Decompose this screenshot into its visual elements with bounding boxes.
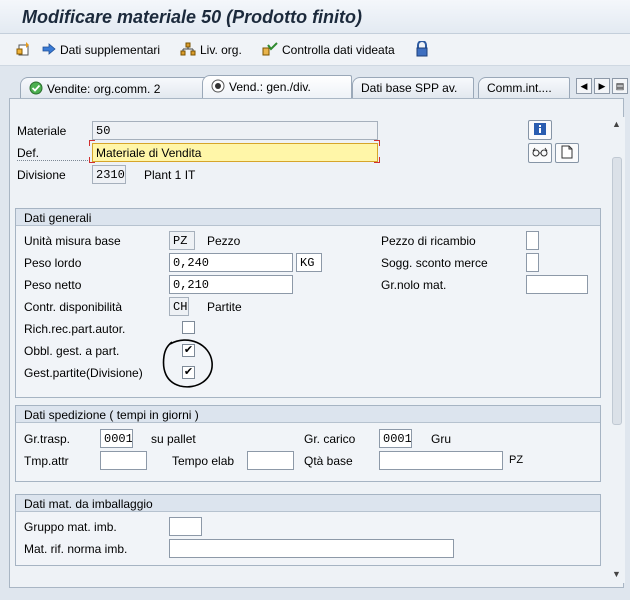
base-uom-text: Pezzo (207, 234, 241, 248)
base-quantity-input[interactable] (379, 451, 503, 470)
description-label: Def. (17, 146, 90, 161)
tab-scroll-right-button[interactable]: ▶ (594, 78, 610, 94)
tab-sales-general-plant[interactable]: Vend.: gen./div. (202, 75, 352, 98)
tab-sales-org-2[interactable]: Vendite: org.comm. 2 (20, 77, 208, 98)
batch-record-checkbox[interactable] (182, 321, 195, 334)
field-marker (374, 157, 380, 163)
glasses-icon (532, 146, 548, 161)
base-quantity-label: Qtà base (304, 454, 353, 468)
glasses-button[interactable] (528, 143, 552, 163)
triangle-right-icon: ▶ (598, 81, 606, 91)
additional-data-label: Dati supplementari (60, 43, 161, 57)
check-icon (29, 81, 43, 95)
base-uom-label: Unità misura base (24, 234, 121, 248)
tab-list-button[interactable]: ▤ (612, 78, 628, 94)
plant-label: Divisione (17, 168, 66, 182)
vertical-scrollbar[interactable]: ▲ ▼ (609, 117, 625, 583)
net-weight-label: Peso netto (24, 278, 82, 292)
tab-label: Comm.int.... (487, 81, 552, 95)
tab-strip: Vendite: org.comm. 2 Vend.: gen./div. Da… (0, 72, 630, 98)
hand-drawn-circle (162, 339, 213, 388)
radio-icon (211, 79, 225, 93)
loading-group-text: Gru (431, 432, 452, 446)
availability-check-text: Partite (207, 300, 242, 314)
triangle-left-icon: ◀ (580, 81, 588, 91)
plant-text: Plant 1 IT (144, 168, 196, 182)
discount-label: Sogg. sconto merce (381, 256, 488, 270)
lock-button[interactable] (415, 39, 433, 60)
title-bar: Modificare materiale 50 (Prodotto finito… (0, 0, 630, 34)
document-button[interactable] (555, 143, 579, 163)
gross-weight-input[interactable]: 0,240 (169, 253, 293, 272)
freight-group-input[interactable] (526, 275, 588, 294)
scroll-down-icon[interactable]: ▼ (612, 569, 621, 579)
list-icon: ▤ (615, 81, 625, 91)
tab-scroll-left-button[interactable]: ◀ (576, 78, 592, 94)
tab-foreign-trade[interactable]: Comm.int.... (478, 77, 570, 98)
other-material-button[interactable] (16, 41, 36, 59)
weight-unit-input[interactable]: KG (296, 253, 322, 272)
freight-group-label: Gr.nolo mat. (381, 278, 447, 292)
plant-field: 2310 (92, 165, 126, 184)
tab-basic-data-spp[interactable]: Dati base SPP av. (352, 77, 474, 98)
field-marker (374, 140, 380, 146)
lock-icon (415, 39, 429, 60)
field-marker (89, 140, 95, 146)
batch-record-label: Rich.rec.part.autor. (24, 322, 126, 336)
setup-time-input[interactable] (100, 451, 147, 470)
setup-time-label: Tmp.attr (24, 454, 69, 468)
scroll-up-icon[interactable]: ▲ (612, 119, 621, 129)
info-icon (533, 122, 547, 139)
group-title: Dati generali (16, 209, 600, 226)
transport-group-label: Gr.trasp. (24, 432, 71, 446)
new-object-icon (16, 41, 32, 60)
check-screen-data-label: Controlla dati videata (282, 43, 395, 57)
additional-data-button[interactable]: Dati supplementari (42, 41, 160, 59)
processing-time-input[interactable] (247, 451, 294, 470)
description-input[interactable]: Materiale di Vendita (92, 143, 378, 162)
check-data-icon (262, 41, 278, 59)
batch-management-label: Obbl. gest. a part. (24, 344, 120, 358)
transport-group-input[interactable]: 0001 (100, 429, 133, 448)
reference-material-input[interactable] (169, 539, 454, 558)
discount-input[interactable] (526, 253, 539, 272)
spare-part-input[interactable] (526, 231, 539, 250)
check-screen-data-button[interactable]: Controlla dati videata (262, 41, 395, 59)
base-uom-field: PZ (169, 231, 195, 250)
gross-weight-label: Peso lordo (24, 256, 82, 270)
arrow-right-icon (42, 42, 56, 58)
tab-label: Vendite: org.comm. 2 (47, 82, 161, 96)
base-quantity-unit: PZ (509, 454, 524, 466)
net-weight-input[interactable]: 0,210 (169, 275, 293, 294)
tab-label: Dati base SPP av. (361, 81, 458, 95)
info-button[interactable] (528, 120, 552, 140)
availability-check-field: CH (169, 297, 189, 316)
spare-part-label: Pezzo di ricambio (381, 234, 476, 248)
loading-group-input[interactable]: 0001 (379, 429, 412, 448)
material-label: Materiale (17, 124, 67, 138)
material-field: 50 (92, 121, 378, 140)
field-marker (89, 157, 95, 163)
group-title: Dati mat. da imballaggio (16, 495, 600, 512)
org-levels-label: Liv. org. (200, 43, 242, 57)
loading-group-label: Gr. carico (304, 432, 356, 446)
reference-material-label: Mat. rif. norma imb. (24, 542, 128, 556)
availability-check-label: Contr. disponibilità (24, 300, 123, 314)
transport-group-text: su pallet (151, 432, 196, 446)
processing-time-label: Tempo elab (172, 454, 235, 468)
application-toolbar: Dati supplementari Liv. org. Controlla d… (0, 34, 630, 66)
packaging-group-input[interactable] (169, 517, 202, 536)
batch-plant-label: Gest.partite(Divisione) (24, 366, 143, 380)
org-levels-button[interactable]: Liv. org. (180, 41, 242, 59)
org-structure-icon (180, 42, 196, 59)
document-icon (561, 145, 573, 162)
tab-label: Vend.: gen./div. (229, 80, 311, 94)
packaging-group-label: Gruppo mat. imb. (24, 520, 117, 534)
window-title: Modificare materiale 50 (Prodotto finito… (22, 7, 363, 27)
group-title: Dati spedizione ( tempi in giorni ) (16, 406, 600, 423)
scroll-thumb[interactable] (612, 157, 622, 425)
